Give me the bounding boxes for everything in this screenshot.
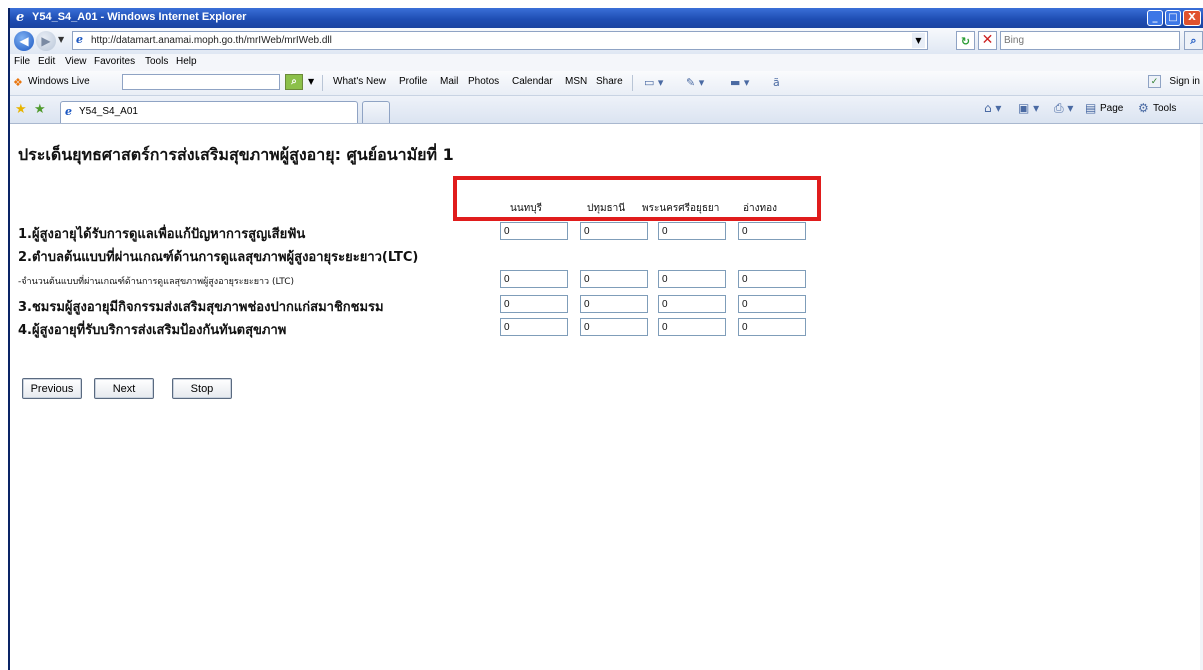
menu-edit[interactable]: Edit — [38, 56, 55, 67]
menu-favorites[interactable]: Favorites — [94, 56, 135, 67]
windows-live-toolbar: ❖ Windows Live ⌕ ▼ What's New Profile Ma… — [10, 71, 1203, 96]
history-dropdown-icon[interactable]: ▼ — [58, 35, 64, 44]
page-menu[interactable]: Page — [1100, 103, 1123, 114]
url-dropdown-icon[interactable]: ▼ — [912, 33, 925, 48]
value-input[interactable] — [738, 222, 806, 240]
menu-tools[interactable]: Tools — [145, 56, 168, 67]
minimize-button[interactable]: _ — [1147, 10, 1163, 26]
menu-help[interactable]: Help — [176, 56, 197, 67]
previous-button[interactable]: Previous — [22, 378, 82, 399]
color-icon[interactable]: ▬ ▾ — [730, 76, 749, 89]
close-button[interactable]: X — [1183, 10, 1201, 26]
ie-logo-icon: e — [16, 10, 25, 25]
refresh-button[interactable]: ↻ — [956, 31, 975, 50]
question-label: 2.ตำบลต้นแบบที่ผ่านเกณฑ์ด้านการดูแลสุขภา… — [18, 250, 419, 265]
tab-page-icon: e — [65, 105, 72, 118]
favorites-star-icon[interactable]: ★ — [15, 102, 27, 117]
print-icon[interactable]: ⎙ ▾ — [1054, 101, 1073, 116]
stop-button[interactable]: Stop — [172, 378, 232, 399]
value-input[interactable] — [658, 318, 726, 336]
value-input[interactable] — [500, 270, 568, 288]
value-input[interactable] — [580, 270, 648, 288]
page-menu-icon: ▤ — [1085, 101, 1097, 115]
value-input[interactable] — [500, 222, 568, 240]
value-input[interactable] — [580, 295, 648, 313]
value-input[interactable] — [658, 222, 726, 240]
tab-current[interactable]: e Y54_S4_A01 — [60, 101, 358, 123]
browser-window: e Y54_S4_A01 - Windows Internet Explorer… — [8, 8, 1203, 670]
menu-bar: File Edit View Favorites Tools Help — [10, 54, 1203, 71]
menu-file[interactable]: File — [14, 56, 30, 67]
windows-live-search-button[interactable]: ⌕ — [285, 74, 303, 90]
live-msn[interactable]: MSN — [565, 76, 587, 87]
maximize-button[interactable]: □ — [1165, 10, 1181, 26]
question-label: 4.ผู้สูงอายุที่รับบริการส่งเสริมป้องกันท… — [18, 323, 287, 338]
signin-icon[interactable]: ✓ — [1148, 75, 1161, 88]
value-input[interactable] — [658, 270, 726, 288]
value-input[interactable] — [738, 318, 806, 336]
windows-live-icon: ❖ — [13, 76, 23, 89]
windows-live-label[interactable]: Windows Live — [28, 76, 90, 87]
tab-bar: ★ ★ e Y54_S4_A01 ⌂ ▾ ▣ ▾ ⎙ ▾ ▤ Page ⚙ To… — [10, 96, 1203, 124]
live-calendar[interactable]: Calendar — [512, 76, 553, 87]
address-bar: ◀ ▶ ▼ e ▼ ↻ ✕ ⌕ — [10, 28, 1203, 55]
url-input[interactable] — [91, 33, 911, 48]
toolbar-divider — [322, 75, 323, 91]
value-input[interactable] — [500, 295, 568, 313]
value-input[interactable] — [738, 295, 806, 313]
home-icon[interactable]: ⌂ ▾ — [984, 101, 1001, 115]
url-field-container: e ▼ — [72, 31, 928, 50]
toolbar-divider — [632, 75, 633, 91]
add-favorites-icon[interactable]: ★ — [34, 102, 46, 117]
value-input[interactable] — [658, 295, 726, 313]
highlight-icon[interactable]: ✎ ▾ — [686, 76, 704, 89]
blog-icon[interactable]: ▭ ▾ — [644, 76, 663, 89]
search-input[interactable] — [1004, 33, 1174, 48]
next-button[interactable]: Next — [94, 378, 154, 399]
new-tab-button[interactable] — [362, 101, 390, 123]
annotation-highlight-box — [453, 176, 821, 221]
signin-link[interactable]: Sign in — [1169, 76, 1200, 87]
page-icon: e — [76, 33, 83, 46]
live-photos[interactable]: Photos — [468, 76, 499, 87]
translate-icon[interactable]: ã — [773, 76, 780, 89]
tools-menu[interactable]: Tools — [1153, 103, 1176, 114]
value-input[interactable] — [580, 222, 648, 240]
windows-live-dropdown-icon[interactable]: ▼ — [308, 77, 314, 86]
live-profile[interactable]: Profile — [399, 76, 427, 87]
live-mail[interactable]: Mail — [440, 76, 458, 87]
menu-view[interactable]: View — [65, 56, 87, 67]
page-title: ประเด็นยุทธศาสตร์การส่งเสริมสุขภาพผู้สูง… — [18, 145, 454, 164]
sub-question-label: -จำนวนต้นแบบที่ผ่านเกณฑ์ด้านการดูแลสุขภา… — [18, 277, 294, 287]
windows-live-search-input[interactable] — [122, 74, 280, 90]
value-input[interactable] — [500, 318, 568, 336]
window-title: Y54_S4_A01 - Windows Internet Explorer — [32, 11, 247, 23]
tab-label: Y54_S4_A01 — [79, 106, 138, 117]
search-box — [1000, 31, 1180, 50]
search-button[interactable]: ⌕ — [1184, 31, 1203, 50]
value-input[interactable] — [580, 318, 648, 336]
value-input[interactable] — [738, 270, 806, 288]
live-share[interactable]: Share — [596, 76, 623, 87]
stop-loading-button[interactable]: ✕ — [978, 31, 997, 50]
feeds-icon[interactable]: ▣ ▾ — [1018, 101, 1039, 115]
forward-button[interactable]: ▶ — [36, 31, 56, 51]
tools-gear-icon: ⚙ — [1138, 101, 1149, 115]
back-button[interactable]: ◀ — [14, 31, 34, 51]
live-whats-new[interactable]: What's New — [333, 76, 386, 87]
title-bar: e Y54_S4_A01 - Windows Internet Explorer… — [10, 8, 1203, 28]
question-label: 3.ชมรมผู้สูงอายุมีกิจกรรมส่งเสริมสุขภาพช… — [18, 300, 384, 315]
question-label: 1.ผู้สูงอายุได้รับการดูแลเพื่อแก้ปัญหากา… — [18, 227, 306, 242]
